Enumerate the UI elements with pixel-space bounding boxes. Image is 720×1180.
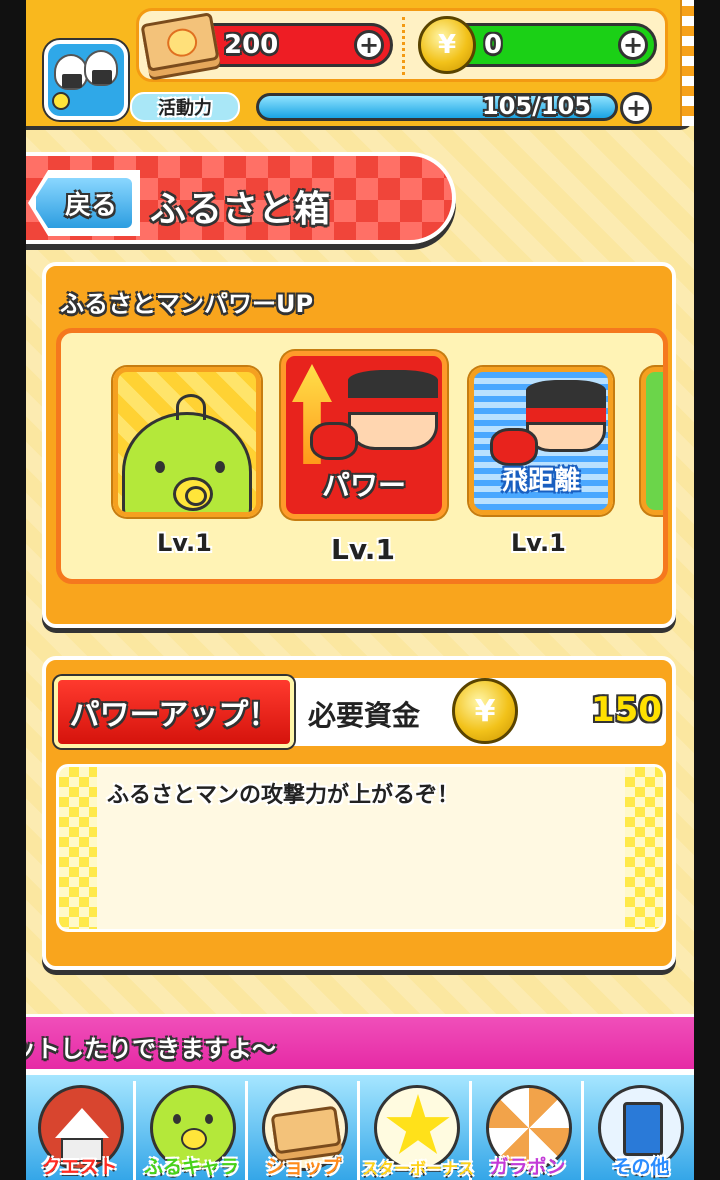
nav-label: クエスト bbox=[41, 1156, 118, 1178]
add-coins-button[interactable]: + bbox=[618, 30, 648, 60]
add-stamina-button[interactable]: + bbox=[620, 92, 652, 124]
ticket-stack bbox=[270, 1105, 342, 1155]
chick-eye bbox=[173, 1114, 181, 1124]
page-title: ふるさと箱 bbox=[150, 189, 331, 230]
yen-coin-icon: ¥ bbox=[418, 16, 476, 74]
item-caption-distance: 飛距離 bbox=[501, 466, 580, 496]
hero-head bbox=[348, 370, 438, 450]
hero-hair bbox=[526, 380, 606, 406]
distance-hero-icon[interactable]: 飛距離 bbox=[469, 367, 613, 515]
pacifier-icon bbox=[181, 1128, 207, 1150]
description-text: ふるさとマンの攻撃力が上がるぞ！ bbox=[107, 783, 460, 808]
nav-shop[interactable]: ショップ bbox=[250, 1081, 360, 1180]
powerup-panel: ふるさとマンパワーUP Lv.1 パワー Lv.1 飛距離 Lv.1 bbox=[42, 262, 676, 628]
cost-row: パワーアップ！ 必要資金 ¥ 150 bbox=[54, 676, 666, 748]
hero-mask bbox=[526, 405, 606, 425]
add-tickets-button[interactable]: + bbox=[354, 30, 384, 60]
onigiri-right-icon bbox=[84, 50, 118, 86]
chick-eye bbox=[205, 1114, 213, 1124]
chick-eye bbox=[155, 461, 165, 473]
nav-other[interactable]: その他 bbox=[586, 1081, 694, 1180]
ticket-stack-icon bbox=[140, 12, 220, 72]
hero-hair bbox=[348, 370, 438, 396]
nav-label: その他 bbox=[612, 1156, 670, 1178]
description-box: ふるさとマンの攻撃力が上がるぞ！ bbox=[56, 764, 666, 932]
item-level-label: Lv.1 bbox=[511, 529, 566, 557]
status-header: 200 + ¥ 0 + 活動力 105/105 + bbox=[26, 0, 694, 130]
currency-panel: 200 + ¥ 0 + bbox=[136, 8, 668, 82]
yen-coin-icon: ¥ bbox=[452, 678, 518, 744]
nav-quest[interactable]: クエスト bbox=[26, 1081, 136, 1180]
item-caption-power: パワー bbox=[321, 469, 406, 502]
badge-icon bbox=[52, 92, 70, 110]
hero-head bbox=[526, 380, 606, 452]
powerup-button[interactable]: パワーアップ！ bbox=[54, 676, 294, 748]
coin-count: 0 bbox=[484, 30, 503, 60]
chick-body bbox=[122, 412, 252, 512]
ticket-counter: 200 + bbox=[140, 12, 393, 72]
nav-star-bonus[interactable]: スターボーナス bbox=[362, 1081, 475, 1180]
checker-strip-left bbox=[59, 767, 97, 929]
detail-panel: パワーアップ！ 必要資金 ¥ 150 ふるさとマンの攻撃力が上がるぞ！ bbox=[42, 656, 676, 970]
divider bbox=[402, 17, 405, 75]
ticker-text: ットしたりできますよ～ bbox=[26, 1035, 276, 1063]
ticket-count: 200 bbox=[224, 30, 279, 60]
cost-amount: 150 bbox=[591, 690, 662, 730]
back-button[interactable]: 戻る bbox=[32, 174, 136, 232]
title-banner: 戻る ふるさと箱 bbox=[26, 152, 456, 244]
onigiri-left-icon bbox=[54, 54, 88, 90]
stamina-label: 活動力 bbox=[130, 92, 240, 122]
item-level-label: Lv.1 bbox=[157, 529, 212, 557]
chick-eye bbox=[215, 461, 225, 473]
power-up-hero-icon[interactable]: パワー bbox=[281, 351, 447, 519]
chick-pacifier-icon[interactable] bbox=[113, 367, 261, 517]
partial-green-item-icon[interactable] bbox=[641, 367, 663, 515]
cost-label: 必要資金 bbox=[308, 699, 421, 732]
hero-mask bbox=[348, 395, 438, 415]
cost-value: 150 bbox=[591, 690, 662, 730]
nav-label: ショップ bbox=[265, 1156, 342, 1178]
app-screen: 200 + ¥ 0 + 活動力 105/105 + 戻る ふるさと箱 ふるさとマ… bbox=[26, 0, 694, 1180]
nav-label: スターボーナス bbox=[362, 1159, 475, 1178]
coin-counter: ¥ 0 + bbox=[418, 16, 657, 74]
book-cover bbox=[623, 1102, 663, 1156]
chick-curl bbox=[176, 394, 206, 420]
powerup-heading: ふるさとマンパワーUP bbox=[60, 290, 314, 318]
tent-roof bbox=[55, 1108, 109, 1138]
pacifier-icon bbox=[173, 477, 213, 511]
stamina-bar: 105/105 bbox=[256, 93, 618, 121]
onigiri-avatar-icon[interactable] bbox=[44, 40, 128, 120]
stamina-value: 105/105 bbox=[482, 93, 591, 120]
nav-garapon[interactable]: ガラポン bbox=[474, 1081, 584, 1180]
nav-furu-chara[interactable]: ふるキャラ bbox=[138, 1081, 248, 1180]
powerup-item-carousel[interactable]: Lv.1 パワー Lv.1 飛距離 Lv.1 bbox=[56, 328, 668, 584]
star-shape bbox=[386, 1094, 450, 1155]
checker-strip-right bbox=[625, 767, 663, 929]
hero-fist-icon bbox=[310, 422, 358, 460]
item-level-label: Lv.1 bbox=[331, 533, 395, 566]
nav-label: ふるキャラ bbox=[143, 1156, 239, 1178]
nav-label: ガラポン bbox=[489, 1156, 566, 1178]
news-ticker: ットしたりできますよ～ bbox=[26, 1014, 694, 1072]
bottom-nav: クエスト ふるキャラ ショップ スターボーナス ガラポン その他 bbox=[26, 1072, 694, 1180]
